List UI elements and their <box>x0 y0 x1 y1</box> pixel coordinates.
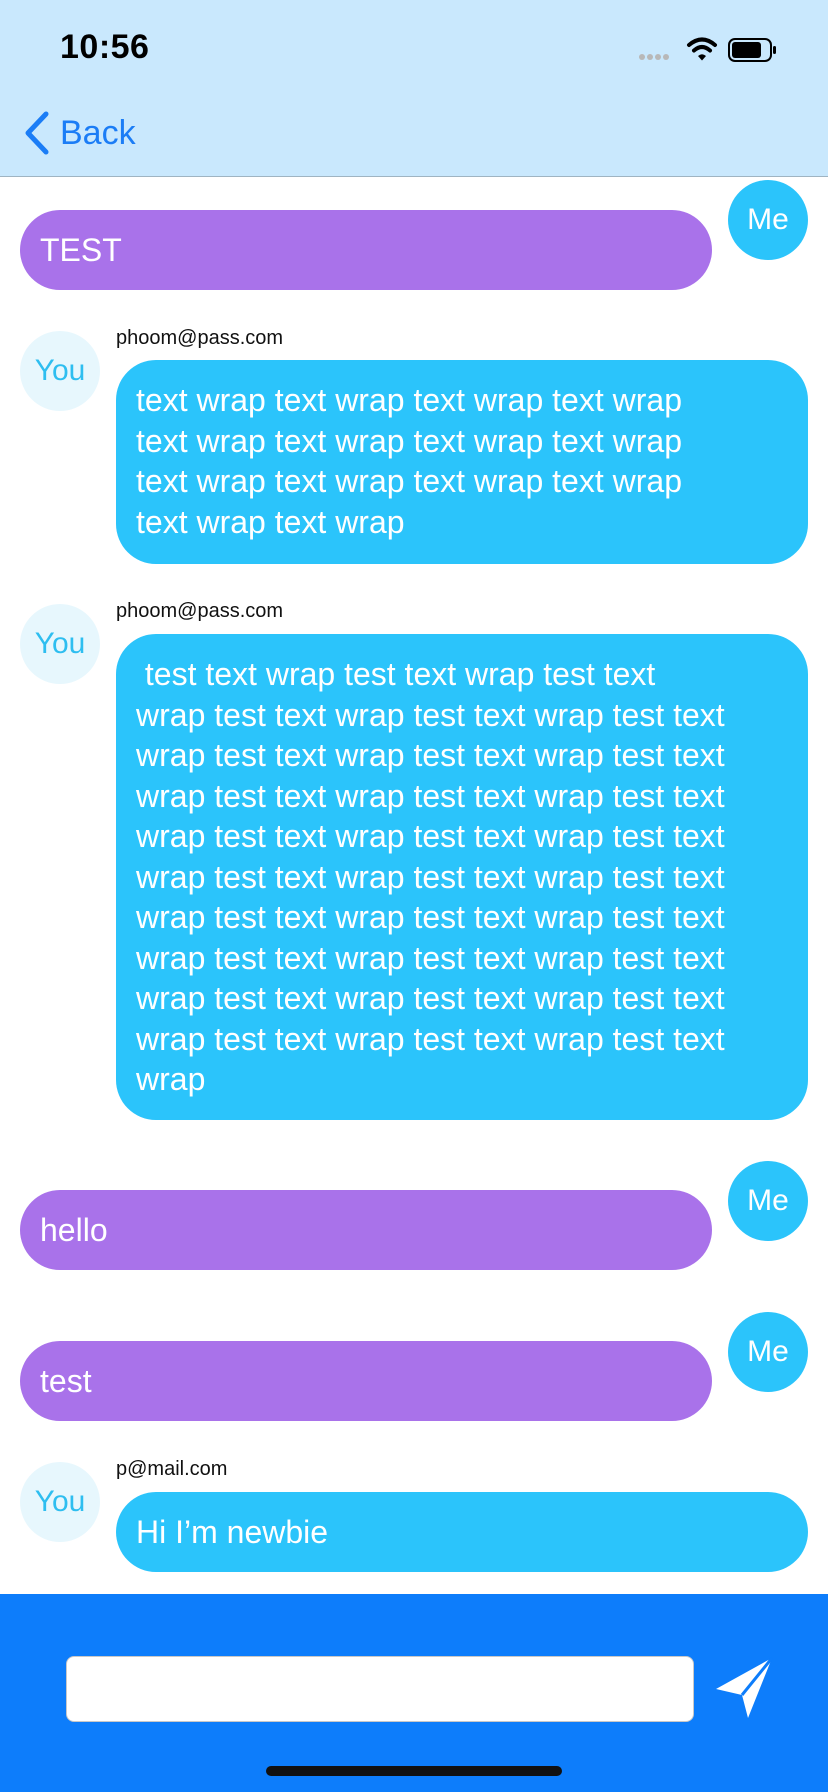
avatar-you: You <box>20 1462 100 1542</box>
message-composer <box>0 1594 828 1792</box>
sender-email: phoom@pass.com <box>116 600 284 622</box>
message-bubble-you: test text wrap test text wrap test text … <box>116 634 808 1120</box>
avatar-me: Me <box>728 180 808 260</box>
status-bar: 10:56 <box>0 0 828 90</box>
message-bubble-me: TEST <box>20 210 712 290</box>
avatar-me: Me <box>728 1161 808 1241</box>
avatar-you: You <box>20 604 100 684</box>
message-bubble-me: test <box>20 1341 712 1421</box>
sender-email: phoom@pass.com <box>116 327 284 349</box>
message-bubble-you: text wrap text wrap text wrap text wrap … <box>116 360 808 564</box>
chevron-left-icon <box>25 111 49 155</box>
paper-plane-icon <box>716 1657 774 1718</box>
avatar-me: Me <box>728 1312 808 1392</box>
back-label: Back <box>60 113 136 152</box>
home-indicator <box>266 1766 562 1776</box>
avatar-you: You <box>20 331 100 411</box>
message-bubble-you: Hi I’m newbie <box>116 1492 808 1572</box>
back-button[interactable]: Back <box>22 108 136 158</box>
send-button[interactable] <box>712 1654 778 1724</box>
message-input[interactable] <box>66 1656 694 1722</box>
battery-icon <box>728 38 776 62</box>
status-time: 10:56 <box>60 28 150 66</box>
navigation-bar: Back <box>0 90 828 177</box>
message-bubble-me: hello <box>20 1190 712 1270</box>
sender-email: p@mail.com <box>116 1458 228 1480</box>
status-icons <box>636 34 796 66</box>
wifi-icon <box>687 37 717 61</box>
